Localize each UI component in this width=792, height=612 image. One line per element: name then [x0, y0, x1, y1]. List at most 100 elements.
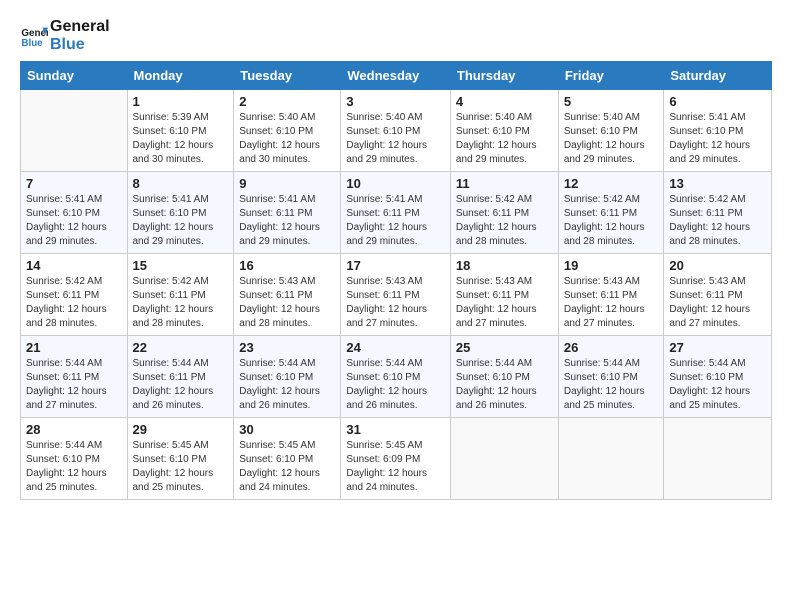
day-info: Sunrise: 5:41 AMSunset: 6:10 PMDaylight:… — [26, 193, 122, 249]
calendar-day-cell: 16 Sunrise: 5:43 AMSunset: 6:11 PMDayligh… — [234, 254, 341, 336]
calendar-day-cell: 8 Sunrise: 5:41 AMSunset: 6:10 PMDaylight… — [127, 172, 234, 254]
day-number: 13 — [669, 176, 766, 191]
calendar-day-cell: 27 Sunrise: 5:44 AMSunset: 6:10 PMDayligh… — [664, 336, 772, 418]
day-number: 29 — [133, 422, 229, 437]
logo-icon: General Blue — [20, 22, 48, 50]
day-number: 2 — [239, 94, 335, 109]
day-info: Sunrise: 5:44 AMSunset: 6:11 PMDaylight:… — [26, 357, 122, 413]
day-number: 27 — [669, 340, 766, 355]
calendar-header-row: SundayMondayTuesdayWednesdayThursdayFrid… — [21, 62, 772, 90]
day-number: 11 — [456, 176, 553, 191]
calendar-day-cell — [450, 418, 558, 500]
day-info: Sunrise: 5:44 AMSunset: 6:10 PMDaylight:… — [669, 357, 766, 413]
day-number: 12 — [564, 176, 659, 191]
day-number: 20 — [669, 258, 766, 273]
day-info: Sunrise: 5:43 AMSunset: 6:11 PMDaylight:… — [456, 275, 553, 331]
calendar-day-cell: 30 Sunrise: 5:45 AMSunset: 6:10 PMDayligh… — [234, 418, 341, 500]
day-info: Sunrise: 5:44 AMSunset: 6:11 PMDaylight:… — [133, 357, 229, 413]
calendar-day-cell: 24 Sunrise: 5:44 AMSunset: 6:10 PMDayligh… — [341, 336, 451, 418]
calendar-day-cell: 25 Sunrise: 5:44 AMSunset: 6:10 PMDayligh… — [450, 336, 558, 418]
day-info: Sunrise: 5:44 AMSunset: 6:10 PMDaylight:… — [456, 357, 553, 413]
day-number: 30 — [239, 422, 335, 437]
day-info: Sunrise: 5:45 AMSunset: 6:10 PMDaylight:… — [239, 439, 335, 495]
calendar-day-cell: 12Sunrise: 5:42 AMSunset: 6:11 PMDayligh… — [558, 172, 664, 254]
day-number: 16 — [239, 258, 335, 273]
calendar-day-cell: 5Sunrise: 5:40 AMSunset: 6:10 PMDaylight… — [558, 90, 664, 172]
day-info: Sunrise: 5:40 AMSunset: 6:10 PMDaylight:… — [456, 111, 553, 167]
day-number: 31 — [346, 422, 445, 437]
calendar-header-cell: Thursday — [450, 62, 558, 90]
day-number: 23 — [239, 340, 335, 355]
calendar-day-cell: 31Sunrise: 5:45 AMSunset: 6:09 PMDayligh… — [341, 418, 451, 500]
day-info: Sunrise: 5:39 AMSunset: 6:10 PMDaylight:… — [133, 111, 229, 167]
calendar-day-cell: 4Sunrise: 5:40 AMSunset: 6:10 PMDaylight… — [450, 90, 558, 172]
day-info: Sunrise: 5:40 AMSunset: 6:10 PMDaylight:… — [564, 111, 659, 167]
calendar-day-cell — [21, 90, 128, 172]
calendar-header-cell: Saturday — [664, 62, 772, 90]
day-info: Sunrise: 5:40 AMSunset: 6:10 PMDaylight:… — [346, 111, 445, 167]
calendar-day-cell: 26 Sunrise: 5:44 AMSunset: 6:10 PMDayligh… — [558, 336, 664, 418]
day-number: 24 — [346, 340, 445, 355]
calendar-body: 1Sunrise: 5:39 AMSunset: 6:10 PMDaylight… — [21, 90, 772, 500]
day-info: Sunrise: 5:45 AMSunset: 6:10 PMDaylight:… — [133, 439, 229, 495]
calendar-day-cell: 29 Sunrise: 5:45 AMSunset: 6:10 PMDayligh… — [127, 418, 234, 500]
calendar-day-cell: 9 Sunrise: 5:41 AMSunset: 6:11 PMDaylight… — [234, 172, 341, 254]
calendar-day-cell: 21 Sunrise: 5:44 AMSunset: 6:11 PMDayligh… — [21, 336, 128, 418]
day-number: 8 — [133, 176, 229, 191]
day-info: Sunrise: 5:42 AMSunset: 6:11 PMDaylight:… — [26, 275, 122, 331]
calendar-day-cell: 2 Sunrise: 5:40 AMSunset: 6:10 PMDaylight… — [234, 90, 341, 172]
calendar-table: SundayMondayTuesdayWednesdayThursdayFrid… — [20, 61, 772, 500]
calendar-day-cell — [558, 418, 664, 500]
day-number: 17 — [346, 258, 445, 273]
calendar-day-cell: 10 Sunrise: 5:41 AMSunset: 6:11 PMDayligh… — [341, 172, 451, 254]
day-number: 15 — [133, 258, 229, 273]
calendar-header-cell: Friday — [558, 62, 664, 90]
calendar-header-cell: Wednesday — [341, 62, 451, 90]
day-number: 18 — [456, 258, 553, 273]
day-info: Sunrise: 5:43 AMSunset: 6:11 PMDaylight:… — [669, 275, 766, 331]
day-number: 26 — [564, 340, 659, 355]
day-info: Sunrise: 5:44 AMSunset: 6:10 PMDaylight:… — [26, 439, 122, 495]
day-number: 9 — [239, 176, 335, 191]
calendar-day-cell: 17 Sunrise: 5:43 AMSunset: 6:11 PMDayligh… — [341, 254, 451, 336]
day-info: Sunrise: 5:43 AMSunset: 6:11 PMDaylight:… — [346, 275, 445, 331]
day-info: Sunrise: 5:41 AMSunset: 6:10 PMDaylight:… — [133, 193, 229, 249]
day-number: 10 — [346, 176, 445, 191]
logo: General Blue General Blue — [20, 18, 110, 53]
day-info: Sunrise: 5:44 AMSunset: 6:10 PMDaylight:… — [346, 357, 445, 413]
day-info: Sunrise: 5:42 AMSunset: 6:11 PMDaylight:… — [456, 193, 553, 249]
calendar-week-row: 14 Sunrise: 5:42 AMSunset: 6:11 PMDayligh… — [21, 254, 772, 336]
day-info: Sunrise: 5:44 AMSunset: 6:10 PMDaylight:… — [564, 357, 659, 413]
calendar-day-cell: 6Sunrise: 5:41 AMSunset: 6:10 PMDaylight… — [664, 90, 772, 172]
day-number: 21 — [26, 340, 122, 355]
calendar-week-row: 7 Sunrise: 5:41 AMSunset: 6:10 PMDaylight… — [21, 172, 772, 254]
calendar-day-cell: 20 Sunrise: 5:43 AMSunset: 6:11 PMDayligh… — [664, 254, 772, 336]
calendar-day-cell: 3 Sunrise: 5:40 AMSunset: 6:10 PMDaylight… — [341, 90, 451, 172]
day-number: 25 — [456, 340, 553, 355]
day-number: 3 — [346, 94, 445, 109]
day-info: Sunrise: 5:41 AMSunset: 6:11 PMDaylight:… — [346, 193, 445, 249]
calendar-day-cell — [664, 418, 772, 500]
calendar-day-cell: 13 Sunrise: 5:42 AMSunset: 6:11 PMDayligh… — [664, 172, 772, 254]
svg-text:Blue: Blue — [21, 37, 43, 48]
calendar-day-cell: 14 Sunrise: 5:42 AMSunset: 6:11 PMDayligh… — [21, 254, 128, 336]
day-info: Sunrise: 5:44 AMSunset: 6:10 PMDaylight:… — [239, 357, 335, 413]
calendar-day-cell: 23 Sunrise: 5:44 AMSunset: 6:10 PMDayligh… — [234, 336, 341, 418]
calendar-day-cell: 28Sunrise: 5:44 AMSunset: 6:10 PMDayligh… — [21, 418, 128, 500]
day-info: Sunrise: 5:41 AMSunset: 6:11 PMDaylight:… — [239, 193, 335, 249]
logo-line1: General — [50, 18, 110, 36]
day-info: Sunrise: 5:43 AMSunset: 6:11 PMDaylight:… — [564, 275, 659, 331]
calendar-day-cell: 11 Sunrise: 5:42 AMSunset: 6:11 PMDayligh… — [450, 172, 558, 254]
calendar-day-cell: 19 Sunrise: 5:43 AMSunset: 6:11 PMDayligh… — [558, 254, 664, 336]
calendar-day-cell: 7 Sunrise: 5:41 AMSunset: 6:10 PMDaylight… — [21, 172, 128, 254]
day-info: Sunrise: 5:43 AMSunset: 6:11 PMDaylight:… — [239, 275, 335, 331]
day-number: 7 — [26, 176, 122, 191]
calendar-day-cell: 1Sunrise: 5:39 AMSunset: 6:10 PMDaylight… — [127, 90, 234, 172]
calendar-header-cell: Monday — [127, 62, 234, 90]
day-info: Sunrise: 5:42 AMSunset: 6:11 PMDaylight:… — [669, 193, 766, 249]
day-number: 6 — [669, 94, 766, 109]
day-number: 14 — [26, 258, 122, 273]
day-info: Sunrise: 5:40 AMSunset: 6:10 PMDaylight:… — [239, 111, 335, 167]
calendar-header-cell: Sunday — [21, 62, 128, 90]
day-number: 19 — [564, 258, 659, 273]
